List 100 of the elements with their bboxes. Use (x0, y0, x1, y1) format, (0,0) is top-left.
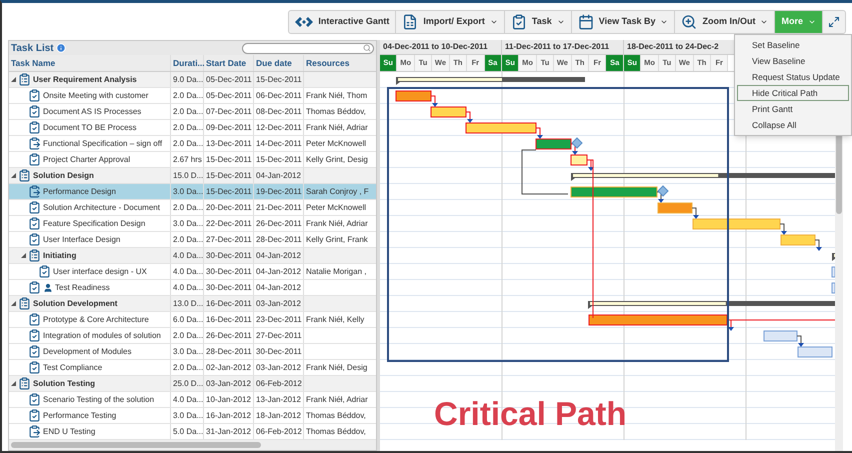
duration-cell: 2.67 hrs (171, 152, 204, 167)
summary-bar[interactable] (571, 173, 835, 181)
task-row[interactable]: Solution Architecture - Document 2.0 Da... 20-Dec-2011 21-Dec-2011 Peter McKnowell (9, 200, 376, 216)
task-row[interactable]: Performance Testing 3.0 Da... 16-Jan-2012 18-Jan-2012 Thomas Béddov, (9, 408, 376, 424)
summary-bar[interactable] (396, 77, 585, 85)
resources-text: Thomas Béddov, (306, 426, 366, 438)
duration-cell: 2.0 Da... (171, 136, 204, 151)
expand-toggle-icon[interactable] (11, 301, 16, 306)
task-name: Functional Specification – sign off (43, 138, 162, 150)
critical-task-bar[interactable] (570, 154, 594, 171)
clipboard-check-icon (510, 14, 527, 30)
column-header[interactable]: Start Date (204, 55, 254, 71)
task-row[interactable]: Solution Design 15.0 D... 15-Dec-2011 04-Jan-2012 (9, 168, 376, 184)
task-row[interactable]: Solution Development 13.0 D... 16-Dec-2011 03-Jan-2012 (9, 296, 376, 312)
duration-cell: 5.0 Da... (171, 424, 204, 439)
menu-item[interactable]: Collapse All (737, 117, 849, 133)
task-row[interactable]: Document AS IS Processes 2.0 Da... 07-Dec-2011 08-Dec-2011 Thomas Béddov, (9, 104, 376, 120)
task-row[interactable]: User interface design - UX 4.0 Da... 30-Dec-2011 04-Jan-2012 Natalie Morigan , (9, 264, 376, 280)
task-row[interactable]: Solution Testing 25.0 D... 03-Jan-2012 06-Feb-2012 (9, 376, 376, 392)
task-name: END U Testing (43, 426, 96, 438)
duration-cell: 13.0 D... (171, 296, 204, 311)
menu-item[interactable]: Print Gantt (737, 101, 849, 117)
menu-item[interactable]: View Baseline (737, 53, 849, 69)
duration-cell: 2.0 Da... (171, 104, 204, 119)
task-row[interactable]: Project Charter Approval 2.67 hrs 15-Dec-2011 15-Dec-2011 Kelly Grint, Desig (9, 152, 376, 168)
critical-task-bar[interactable] (396, 90, 438, 107)
milestone-diamond-icon[interactable] (657, 185, 669, 197)
start-date-cell: 26-Dec-2011 (204, 328, 254, 343)
task-row[interactable]: Development of Modules 3.0 Da... 28-Dec-2011 30-Dec-2011 (9, 344, 376, 360)
task-name: Document TO BE Process (43, 122, 137, 134)
resources-text: Kelly Grint, Desig (306, 154, 368, 166)
due-date-cell: 12-Dec-2011 (254, 120, 304, 135)
task-row[interactable]: Document TO BE Process 2.0 Da... 09-Dec-2011 12-Dec-2011 Frank Niéł, Adriar (9, 120, 376, 136)
summary-bar[interactable] (588, 301, 835, 309)
expand-toggle-icon[interactable] (21, 253, 26, 258)
caret-icon (660, 18, 668, 26)
task-row[interactable]: Test Compliance 2.0 Da... 02-Jan-2012 03-Jan-2012 Frank Niéł, Desig (9, 360, 376, 376)
toolbar-button[interactable]: Task (504, 11, 572, 33)
toolbar-button[interactable]: View Task By (572, 11, 676, 33)
critical-task-bar[interactable] (588, 314, 734, 331)
due-date-cell: 27-Dec-2011 (254, 328, 304, 343)
task-name: Initiating (43, 250, 76, 262)
due-date-cell: 06-Feb-2012 (254, 424, 304, 439)
task-row[interactable]: END U Testing 5.0 Da... 31-Jan-2012 06-Feb-2012 Thomas Béddov, (9, 424, 376, 440)
task-name: Onsite Meeting with customer (43, 90, 148, 102)
task-name: Solution Development (33, 298, 118, 310)
toolbar-button[interactable]: Import/ Export (396, 11, 505, 33)
due-date-cell: 14-Dec-2011 (254, 136, 304, 151)
milestone-diamond-icon[interactable] (571, 137, 583, 149)
menu-item[interactable]: Request Status Update (737, 69, 849, 85)
duration-cell: 2.0 Da... (171, 120, 204, 135)
column-header[interactable]: Durati... (171, 55, 204, 71)
due-date-cell: 19-Dec-2011 (254, 184, 304, 199)
duration-cell: 2.0 Da... (171, 200, 204, 215)
task-row[interactable]: Initiating 4.0 Da... 30-Dec-2011 04-Jan-2012 (9, 248, 376, 264)
start-date-cell: 16-Dec-2011 (204, 296, 254, 311)
task-row[interactable]: Functional Specification – sign off 2.0 Da... 13-Dec-2011 14-Dec-2011 Peter McKnowell (9, 136, 376, 152)
task-row[interactable]: Feature Specification Design 3.0 Da... 22-Dec-2011 26-Dec-2011 Frank Niéł, Adriar (9, 216, 376, 232)
task-bar[interactable] (692, 218, 787, 235)
scrollbar-thumb[interactable] (11, 442, 261, 448)
task-row[interactable]: Integration of modules of solution 2.0 Da... 26-Dec-2011 27-Dec-2011 (9, 328, 376, 344)
expand-toggle-icon[interactable] (11, 77, 16, 82)
search-field[interactable] (242, 42, 374, 54)
start-date-cell: 02-Jan-2012 (204, 360, 254, 375)
critical-task-bar[interactable] (466, 122, 543, 139)
due-date-cell: 26-Dec-2011 (254, 216, 304, 231)
duration-cell: 6.0 Da... (171, 312, 204, 327)
task-bar[interactable] (780, 234, 822, 251)
task-name: User interface design - UX (53, 266, 147, 278)
start-date-cell: 22-Dec-2011 (204, 216, 254, 231)
due-date-cell: 13-Jan-2012 (254, 392, 304, 407)
menu-item[interactable]: Hide Critical Path (737, 85, 849, 101)
task-row[interactable]: User Interface Design 2.0 Da... 27-Dec-2011 28-Dec-2011 Kelly Grint, Frank (9, 232, 376, 248)
user-icon (43, 282, 53, 292)
summary-bar[interactable] (832, 253, 835, 261)
due-date-cell: 30-Dec-2011 (254, 344, 304, 359)
task-row[interactable]: Prototype & Core Architecture 6.0 Da... 16-Dec-2011 23-Dec-2011 Frank Niéł, Kelly (9, 312, 376, 328)
task-bar[interactable] (570, 186, 664, 203)
due-date-cell: 15-Dec-2011 (254, 72, 304, 87)
task-bar[interactable] (658, 202, 699, 219)
task-name: Performance Testing (43, 410, 116, 422)
resources-text: Thomas Béddov, (306, 410, 366, 422)
toolbar-button[interactable]: Interactive Gantt (289, 11, 396, 33)
task-row[interactable]: User Requirement Analysis 9.0 Da... 05-Dec-2011 15-Dec-2011 (9, 72, 376, 88)
task-row[interactable]: Scenario Testing of the solution 4.0 Da... 10-Jan-2012 13-Jan-2012 Frank Niéł, Adriar (9, 392, 376, 408)
task-name: Solution Design (33, 170, 94, 182)
task-row[interactable]: Test Readiness 4.0 Da... 30-Dec-2011 04-Jan-2012 (9, 280, 376, 296)
column-header[interactable]: Due date (254, 55, 304, 71)
caret-icon (556, 18, 565, 26)
task-row[interactable]: Performance Design 3.0 Da... 15-Dec-2011 19-Dec-2011 Sarah Conjroy , F (9, 184, 376, 200)
critical-task-bar[interactable] (430, 106, 473, 123)
expand-toggle-icon[interactable] (11, 173, 16, 178)
task-row[interactable]: Onsite Meeting with customer 2.0 Da... 05-Dec-2011 06-Dec-2011 Frank Niéł, Thom (9, 88, 376, 104)
critical-task-bar[interactable] (536, 138, 578, 155)
task-bar[interactable] (764, 330, 804, 347)
critical-path-caption: Critical Path (434, 394, 627, 434)
column-header[interactable]: Task Name (9, 55, 171, 71)
due-date-cell: 03-Jan-2012 (254, 360, 304, 375)
duration-cell: 2.0 Da... (171, 328, 204, 343)
expand-toggle-icon[interactable] (11, 381, 16, 386)
